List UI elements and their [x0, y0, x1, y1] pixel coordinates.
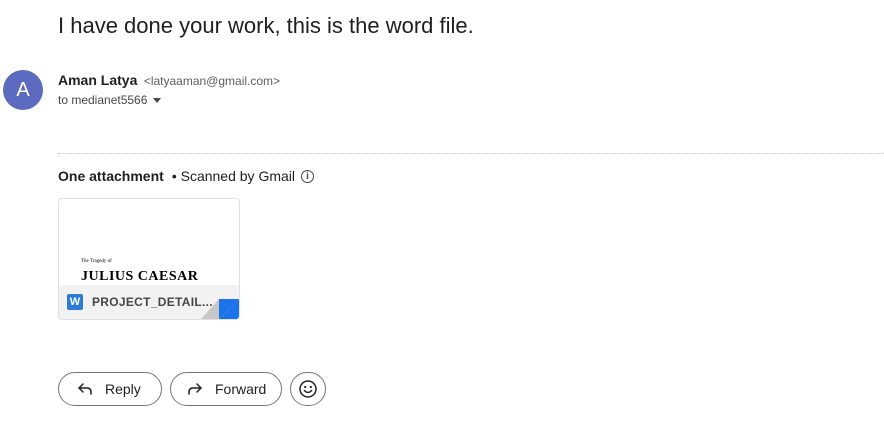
page-fold-icon	[201, 299, 239, 319]
attachments-title: One attachment	[58, 168, 164, 184]
preview-subtitle: The Tragedy of	[81, 259, 112, 264]
reply-button[interactable]: Reply	[58, 372, 162, 406]
recipient-label: to medianet5566	[58, 93, 148, 107]
attachment-card[interactable]: The Tragedy of JULIUS CAESAR W PROJECT_D…	[58, 198, 240, 320]
caret-down-icon[interactable]	[153, 97, 162, 103]
sender-name[interactable]: Aman Latya	[58, 72, 137, 88]
word-file-icon: W	[67, 294, 83, 310]
smiley-icon	[298, 379, 318, 399]
emoji-reaction-button[interactable]	[290, 372, 326, 406]
avatar[interactable]: A	[3, 70, 43, 110]
preview-title: JULIUS CAESAR	[81, 269, 199, 284]
forward-icon	[187, 381, 203, 397]
attachment-file-name: PROJECT_DETAIL...	[92, 295, 213, 309]
sender-line: Aman Latya <latyaaman@gmail.com>	[58, 72, 280, 90]
scanned-by-gmail: • Scanned by Gmail	[171, 168, 295, 184]
reply-icon	[77, 381, 93, 397]
recipient-details-toggle[interactable]: to medianet5566	[58, 93, 162, 107]
sender-email: <latyaaman@gmail.com>	[143, 74, 281, 88]
info-icon[interactable]: i	[301, 169, 314, 183]
reply-label: Reply	[105, 381, 141, 397]
divider	[58, 153, 884, 154]
forward-label: Forward	[215, 381, 267, 397]
attachments-header: One attachment • Scanned by Gmail i	[58, 168, 314, 184]
forward-button[interactable]: Forward	[170, 372, 282, 406]
email-subject: I have done your work, this is the word …	[58, 13, 474, 38]
